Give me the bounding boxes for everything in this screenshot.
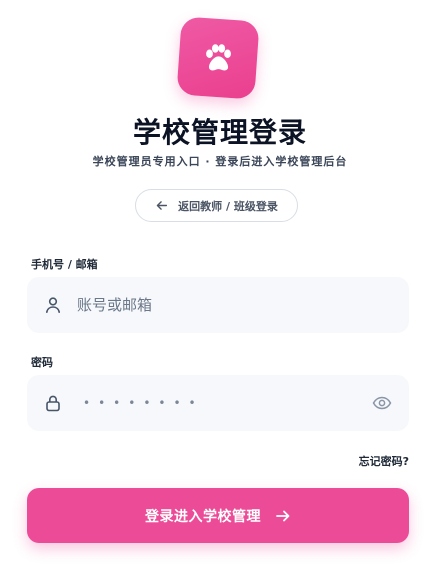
account-input[interactable] [77,277,377,333]
back-to-teacher-login-button[interactable]: 返回教师 / 班级登录 [135,189,298,222]
password-field-label: 密码 [31,356,53,369]
account-field-label: 手机号 / 邮箱 [31,258,98,271]
paw-icon [206,44,231,71]
eye-icon[interactable] [372,394,392,412]
user-icon [44,296,62,314]
login-submit-button[interactable]: 登录进入学校管理 [27,488,409,543]
password-field[interactable]: •••••••• [27,375,409,431]
arrow-right-icon [276,510,290,521]
password-input[interactable]: •••••••• [83,375,204,431]
page-title: 学校管理登录 [132,116,307,149]
forgot-password-link[interactable]: 忘记密码? [359,453,409,469]
submit-button-label: 登录进入学校管理 [145,508,261,525]
page-subtitle: 学校管理员专用入口 · 登录后进入学校管理后台 [92,155,348,168]
app-logo [176,16,260,100]
back-button-label: 返回教师 / 班级登录 [178,199,278,213]
account-field[interactable] [27,277,409,333]
lock-icon [44,394,62,412]
arrow-left-icon [156,201,168,210]
login-page: 学校管理登录 学校管理员专用入口 · 登录后进入学校管理后台 返回教师 / 班级… [0,0,440,575]
